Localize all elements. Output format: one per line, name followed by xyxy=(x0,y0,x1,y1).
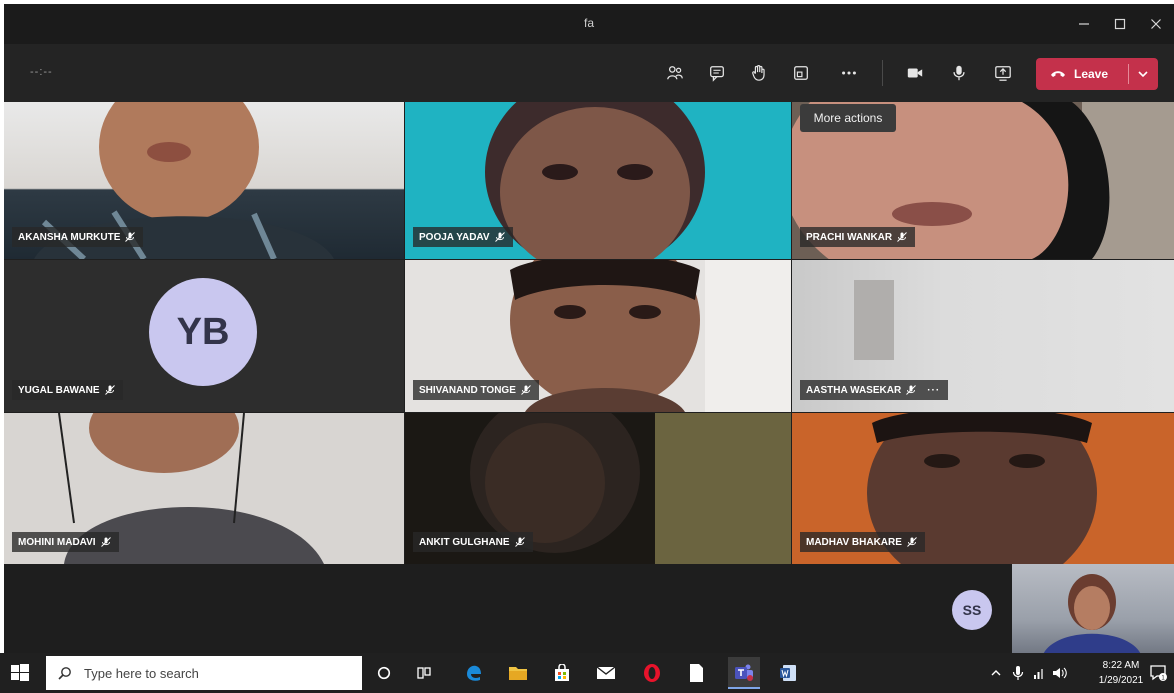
mic-off-icon xyxy=(494,232,505,242)
teams-icon[interactable] xyxy=(728,657,760,689)
mail-icon[interactable] xyxy=(594,661,618,685)
window-title: fa xyxy=(583,16,594,30)
participant-tile[interactable]: ANKIT GULGHANE xyxy=(405,413,791,564)
volume-icon[interactable] xyxy=(1048,661,1072,685)
notepad-icon[interactable] xyxy=(684,661,708,685)
word-icon[interactable] xyxy=(776,661,800,685)
participant-name-tag: AASTHA WASEKAR ··· xyxy=(800,380,949,400)
participant-tile[interactable]: YB YUGAL BAWANE xyxy=(4,260,404,412)
chat-icon xyxy=(710,66,724,82)
breakout-rooms-button[interactable] xyxy=(786,58,816,88)
teams-meeting-window: fa --:-- Leave More actions AKANSHA MURK… xyxy=(4,4,1174,657)
participant-name-tag: SHIVANAND TONGE xyxy=(413,380,539,400)
show-participants-button[interactable] xyxy=(660,58,690,88)
avatar: YB xyxy=(149,278,257,386)
maximize-button[interactable] xyxy=(1102,4,1138,44)
chevron-down-icon[interactable] xyxy=(1136,65,1150,86)
participant-strip: SS xyxy=(4,564,1174,657)
microphone-tray-icon[interactable] xyxy=(1006,661,1030,685)
clock-date: 1/29/2021 xyxy=(1098,675,1144,686)
chevron-up-icon[interactable] xyxy=(984,661,1008,685)
search-icon xyxy=(58,666,72,680)
people-icon xyxy=(667,66,683,80)
close-button[interactable] xyxy=(1138,4,1174,44)
mic-off-icon xyxy=(125,232,136,242)
mic-toggle-button[interactable] xyxy=(944,58,974,88)
camera-toggle-button[interactable] xyxy=(900,58,930,88)
leave-divider xyxy=(1128,64,1129,84)
toolbar-divider xyxy=(882,60,883,86)
raise-hand-icon xyxy=(752,65,765,81)
video-grid: AKANSHA MURKUTE POOJA YADAV PRACHI WANKA… xyxy=(4,102,1174,564)
file-explorer-icon[interactable] xyxy=(506,661,530,685)
cortana-icon[interactable] xyxy=(372,661,396,685)
edge-browser-icon[interactable] xyxy=(462,661,486,685)
action-center-icon[interactable]: 1 xyxy=(1146,661,1170,685)
mic-off-icon xyxy=(514,537,525,547)
participant-tile[interactable]: AASTHA WASEKAR ··· xyxy=(792,260,1174,412)
participant-tile[interactable]: MOHINI MADAVI xyxy=(4,413,404,564)
participant-name-tag: PRACHI WANKAR xyxy=(800,227,916,247)
system-clock[interactable]: 8:22 AM 1/29/2021 xyxy=(1098,658,1144,688)
meeting-toolbar: --:-- Leave xyxy=(4,44,1174,102)
start-button[interactable] xyxy=(10,663,30,683)
participant-name-tag: MADHAV BHAKARE xyxy=(800,532,925,552)
self-video-preview[interactable] xyxy=(1012,564,1174,657)
participant-name-tag: AKANSHA MURKUTE xyxy=(12,227,144,247)
minimize-icon xyxy=(1079,23,1089,25)
raise-hand-button[interactable] xyxy=(744,58,774,88)
close-icon xyxy=(1151,19,1161,29)
participant-name-tag: MOHINI MADAVI xyxy=(12,532,119,552)
participant-more-options[interactable]: ··· xyxy=(927,385,940,396)
avatar[interactable]: SS xyxy=(952,590,992,630)
windows-logo-icon xyxy=(11,664,29,681)
more-actions-icon xyxy=(842,71,856,75)
mic-icon xyxy=(953,65,965,81)
participant-tile[interactable]: POOJA YADAV xyxy=(405,102,791,259)
participant-tile[interactable]: AKANSHA MURKUTE xyxy=(4,102,404,259)
participant-name-tag: YUGAL BAWANE xyxy=(12,380,123,400)
share-screen-button[interactable] xyxy=(988,58,1018,88)
windows-taskbar: Type here to search 8:22 AM 1/29/2021 1 xyxy=(0,653,1174,693)
rooms-icon xyxy=(794,66,808,80)
mic-off-icon xyxy=(104,385,115,395)
participant-name-tag: ANKIT GULGHANE xyxy=(413,532,533,552)
share-screen-icon xyxy=(995,66,1011,81)
opera-browser-icon[interactable] xyxy=(640,661,664,685)
video-feed xyxy=(1042,574,1142,657)
hang-up-icon xyxy=(1050,69,1066,79)
participant-tile[interactable]: SHIVANAND TONGE xyxy=(405,260,791,412)
more-actions-tooltip: More actions xyxy=(800,104,896,132)
participant-tile[interactable]: MADHAV BHAKARE xyxy=(792,413,1174,564)
mic-off-icon xyxy=(906,385,917,395)
show-conversation-button[interactable] xyxy=(702,58,732,88)
camera-icon xyxy=(907,68,923,78)
leave-label: Leave xyxy=(1074,67,1109,81)
taskbar-search-box[interactable]: Type here to search xyxy=(46,656,362,690)
more-actions-button[interactable] xyxy=(834,58,864,88)
task-view-icon[interactable] xyxy=(412,661,436,685)
clock-time: 8:22 AM xyxy=(1102,660,1140,671)
maximize-icon xyxy=(1114,18,1126,30)
mic-off-icon xyxy=(521,385,531,395)
leave-button[interactable]: Leave xyxy=(1036,58,1158,90)
search-placeholder: Type here to search xyxy=(84,665,199,681)
minimize-button[interactable] xyxy=(1066,4,1102,44)
microsoft-store-icon[interactable] xyxy=(550,661,574,685)
title-bar: fa xyxy=(4,4,1174,44)
mic-off-icon xyxy=(897,232,907,242)
mic-off-icon xyxy=(907,537,917,547)
mic-off-icon xyxy=(100,537,111,547)
participant-name-tag: POOJA YADAV xyxy=(413,227,513,247)
meeting-timer: --:-- xyxy=(30,66,53,78)
